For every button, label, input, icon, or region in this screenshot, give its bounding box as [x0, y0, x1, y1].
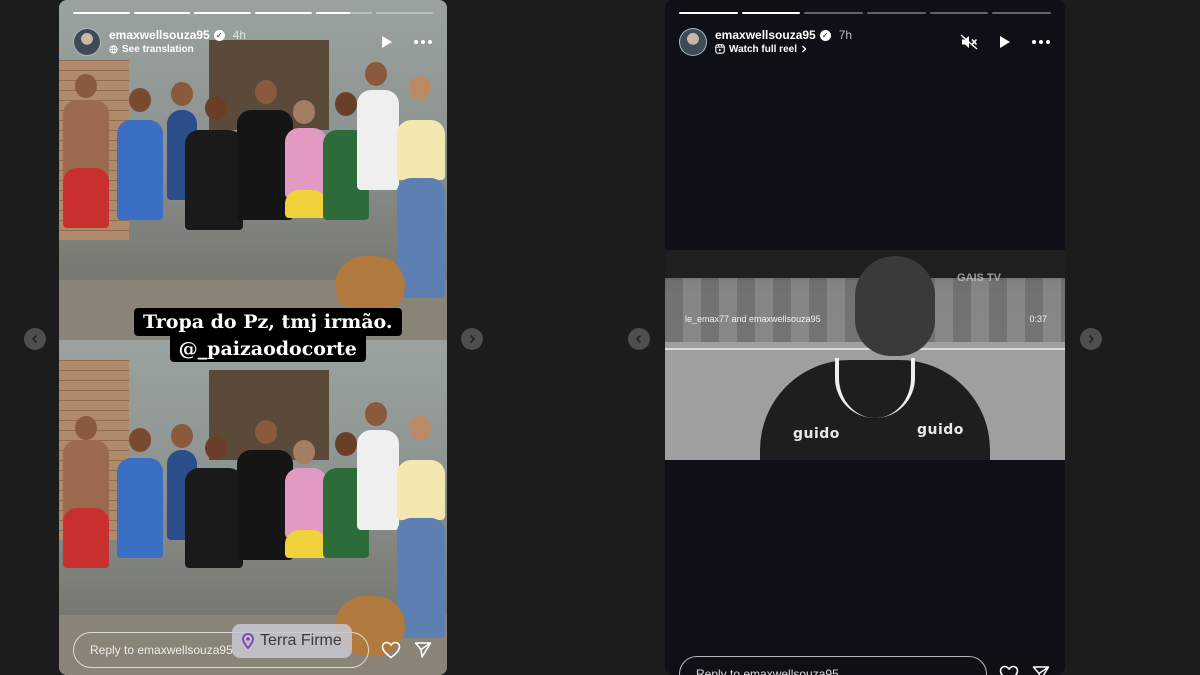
see-translation-link[interactable]: See translation [109, 43, 246, 56]
mention-handle: _paizaodocorte [197, 338, 357, 360]
more-options-button[interactable] [1031, 32, 1051, 52]
story-card-2[interactable]: emaxwellsouza95 ✓ 7h Watch full reel GAI… [665, 0, 1065, 675]
verified-badge-icon: ✓ [213, 29, 225, 41]
play-button[interactable] [377, 32, 397, 52]
progress-fill [315, 12, 350, 14]
like-button[interactable] [381, 640, 401, 660]
location-label: Terra Firme [260, 632, 342, 649]
post-time: 4h [232, 27, 247, 42]
post-time: 7h [838, 27, 853, 42]
jersey-sponsor-left: guido [793, 426, 840, 442]
location-pin-icon [242, 633, 254, 649]
username[interactable]: emaxwellsouza95 [109, 28, 210, 42]
caption-text: Tropa do Pz, tmj irmão. [134, 308, 402, 336]
story-progress-bar [679, 12, 1052, 14]
story-viewer: emaxwellsouza95 ✓ 4h See translation Tro… [0, 0, 1200, 675]
play-icon [1000, 36, 1010, 48]
reply-input[interactable] [679, 656, 987, 675]
progress-fill [741, 12, 801, 14]
watch-full-reel-label: Watch full reel [729, 43, 797, 55]
chevron-right-icon [469, 334, 476, 344]
more-icon [1032, 40, 1050, 44]
story-card-1[interactable]: emaxwellsouza95 ✓ 4h See translation Tro… [59, 0, 447, 675]
location-sticker[interactable]: Terra Firme [232, 624, 352, 658]
heart-icon [999, 665, 1019, 675]
progress-fill [255, 12, 312, 14]
story-header: emaxwellsouza95 ✓ 4h See translation [73, 26, 433, 58]
mention-sticker[interactable]: @_paizaodocorte [169, 336, 366, 362]
progress-fill [73, 12, 130, 14]
progress-fill [194, 12, 252, 14]
threads-icon: @ [178, 338, 198, 360]
reel-duration: 0:37 [1029, 314, 1047, 324]
previous-story-button-2[interactable] [628, 328, 650, 350]
send-icon [414, 642, 432, 658]
player-face [855, 256, 935, 356]
mute-button[interactable] [959, 32, 979, 52]
chevron-left-icon [635, 334, 642, 344]
story-caption: Tropa do Pz, tmj irmão. @_paizaodocorte [134, 308, 402, 362]
translate-icon [109, 44, 118, 54]
speaker-muted-icon [960, 34, 978, 50]
next-story-button-2[interactable] [1080, 328, 1102, 350]
play-icon [382, 36, 392, 48]
reel-icon [715, 44, 725, 54]
chevron-right-icon [802, 45, 807, 53]
heart-icon [381, 641, 401, 659]
chevron-right-icon [1088, 334, 1095, 344]
chevron-left-icon [31, 334, 38, 344]
more-icon [414, 40, 432, 44]
like-button[interactable] [999, 664, 1019, 675]
reel-video[interactable]: GAIS TV guido guido le_emax77 and emaxwe… [665, 250, 1065, 460]
see-translation-label: See translation [122, 43, 194, 55]
tv-watermark: GAIS TV [956, 272, 1001, 284]
watch-full-reel-link[interactable]: Watch full reel [715, 43, 852, 56]
reply-bar [679, 655, 1051, 675]
send-icon [1032, 666, 1050, 675]
jersey-sponsor-right: guido [917, 422, 964, 438]
avatar[interactable] [73, 28, 101, 56]
previous-story-button[interactable] [24, 328, 46, 350]
verified-badge-icon: ✓ [819, 29, 831, 41]
share-button[interactable] [1031, 664, 1051, 675]
reel-credit[interactable]: le_emax77 and emaxwellsouza95 [685, 314, 821, 324]
username[interactable]: emaxwellsouza95 [715, 28, 816, 42]
progress-fill [133, 12, 191, 14]
more-options-button[interactable] [413, 32, 433, 52]
play-button[interactable] [995, 32, 1015, 52]
story-progress-bar [73, 12, 434, 14]
avatar[interactable] [679, 28, 707, 56]
progress-fill [679, 12, 738, 14]
story-header: emaxwellsouza95 ✓ 7h Watch full reel [679, 26, 1051, 58]
next-story-button-1[interactable] [461, 328, 483, 350]
share-button[interactable] [413, 640, 433, 660]
